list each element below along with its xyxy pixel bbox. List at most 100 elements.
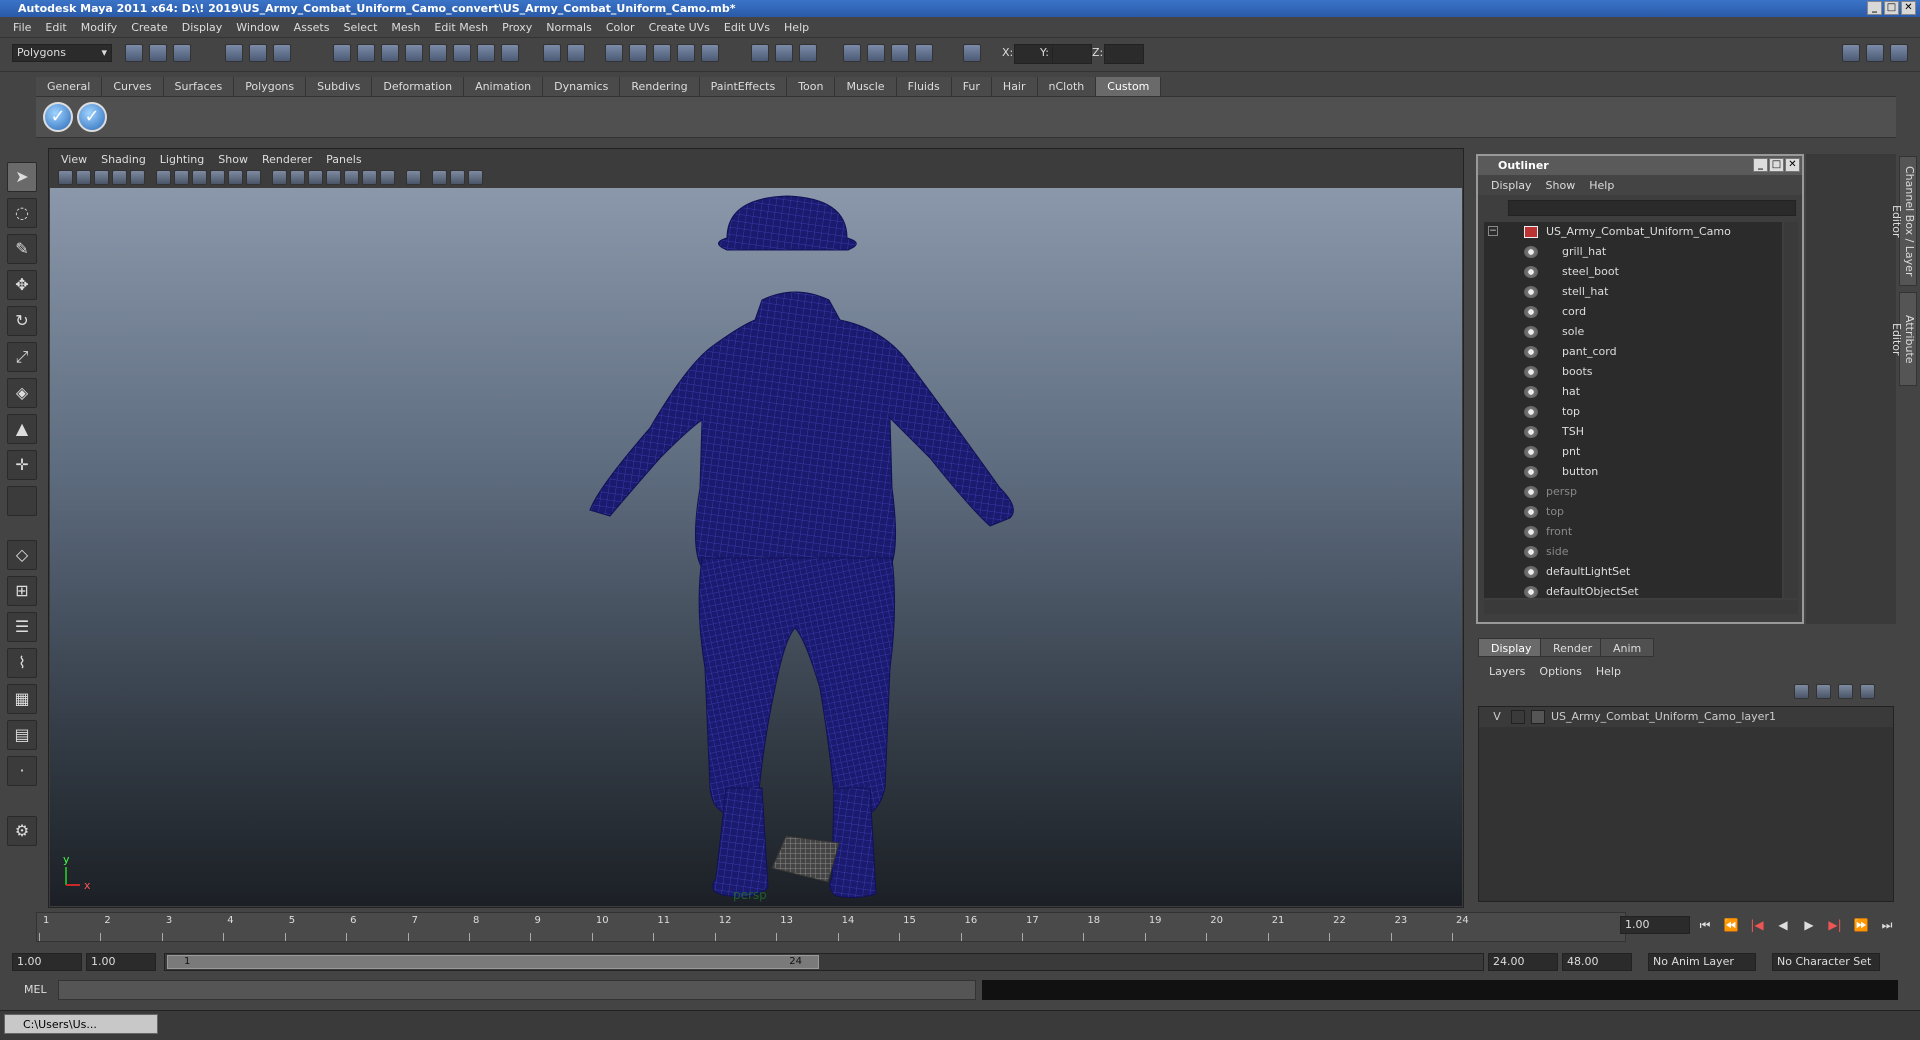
open-scene-icon[interactable] (149, 44, 167, 62)
select-hierarchy-icon[interactable] (225, 44, 243, 62)
menu-select[interactable]: Select (336, 21, 384, 34)
smooth-shade-icon[interactable] (290, 170, 305, 185)
show-channel-box-icon[interactable] (1890, 44, 1908, 62)
layout-single-pane-icon[interactable]: ◇ (7, 540, 37, 570)
shelf-tab-subdivs[interactable]: Subdivs (306, 77, 373, 96)
animation-start-field[interactable]: 1.00 (12, 953, 82, 971)
collapse-toggle-icon[interactable]: − (1488, 226, 1498, 236)
last-tool-icon[interactable]: ✛ (7, 450, 37, 480)
viewport-menu-lighting[interactable]: Lighting (153, 153, 211, 166)
lasso-tool-icon[interactable]: ◌ (7, 198, 37, 228)
viewport-menu-shading[interactable]: Shading (94, 153, 153, 166)
z-field[interactable] (1104, 44, 1144, 64)
default-lights-icon[interactable] (344, 170, 359, 185)
menu-help[interactable]: Help (777, 21, 816, 34)
snap-point-icon[interactable] (381, 44, 399, 62)
outliner-item-root[interactable]: − US_Army_Combat_Uniform_Camo (1484, 222, 1782, 242)
range-bar[interactable]: 1 24 (164, 953, 1484, 971)
layout-more-icon[interactable]: · (7, 756, 37, 786)
outliner-title-bar[interactable]: Outliner _ □ ✕ (1478, 156, 1802, 175)
outliner-minimize-button[interactable]: _ (1753, 158, 1768, 172)
outliner-item[interactable]: boots (1484, 362, 1782, 382)
perspective-viewport[interactable]: y x persp (50, 188, 1462, 906)
bookmarks-icon[interactable] (94, 170, 109, 185)
new-layer-icon[interactable] (1838, 684, 1853, 699)
manipulator-tool-icon[interactable]: ◈ (7, 378, 37, 408)
xray-icon[interactable] (432, 170, 447, 185)
range-handle[interactable]: 1 24 (167, 955, 819, 969)
shelf-tab-painteffects[interactable]: PaintEffects (699, 77, 788, 96)
outliner-menu-display[interactable]: Display (1484, 179, 1539, 192)
play-backwards-icon[interactable]: ◀ (1774, 918, 1792, 932)
layer-tab-anim[interactable]: Anim (1600, 638, 1655, 657)
render-settings-icon[interactable] (653, 44, 671, 62)
menu-set-selector[interactable]: Polygons (12, 44, 112, 62)
outliner-item[interactable]: TSH (1484, 422, 1782, 442)
y-field[interactable] (1052, 44, 1092, 64)
menu-create[interactable]: Create (124, 21, 175, 34)
close-button[interactable]: ✕ (1901, 1, 1916, 15)
menu-proxy[interactable]: Proxy (495, 21, 539, 34)
camera-attributes-icon[interactable] (76, 170, 91, 185)
layer-type-toggle[interactable] (1511, 710, 1525, 724)
viewport-menu-panels[interactable]: Panels (319, 153, 368, 166)
help-icon[interactable] (501, 44, 519, 62)
shadows-icon[interactable] (380, 170, 395, 185)
side-tab-channel-box[interactable]: Channel Box / Layer Editor (1890, 156, 1917, 286)
snap-curve-icon[interactable] (357, 44, 375, 62)
shelf-tab-curves[interactable]: Curves (102, 77, 164, 96)
outliner-item-camera[interactable]: side (1484, 542, 1782, 562)
menu-display[interactable]: Display (175, 21, 230, 34)
go-to-start-icon[interactable]: ⏮ (1696, 918, 1714, 932)
shelf-tab-surfaces[interactable]: Surfaces (163, 77, 235, 96)
move-layer-down-icon[interactable] (1816, 684, 1831, 699)
script-editor-icon[interactable] (915, 44, 933, 62)
layer-menu-help[interactable]: Help (1589, 665, 1628, 678)
new-scene-icon[interactable] (125, 44, 143, 62)
minimize-button[interactable]: _ (1867, 1, 1882, 15)
input-line-icon[interactable] (751, 44, 769, 62)
outliner-item[interactable]: hat (1484, 382, 1782, 402)
render-view-icon[interactable] (701, 44, 719, 62)
shelf-tab-fluids[interactable]: Fluids (896, 77, 952, 96)
outliner-toggle-icon[interactable] (843, 44, 861, 62)
anim-layer-dropdown[interactable]: No Anim Layer (1648, 953, 1756, 971)
snap-plane-icon[interactable] (405, 44, 423, 62)
viewport-settings-icon[interactable]: ⚙ (7, 816, 37, 846)
hypershade-icon[interactable] (677, 44, 695, 62)
playback-end-field[interactable]: 24.00 (1488, 953, 1558, 971)
resolution-gate-icon[interactable] (174, 170, 189, 185)
menu-normals[interactable]: Normals (539, 21, 599, 34)
history-icon[interactable] (453, 44, 471, 62)
current-frame-field[interactable]: 1.00 (1620, 916, 1690, 934)
layout-custom-pane-icon[interactable]: ▤ (7, 720, 37, 750)
outliner-maximize-button[interactable]: □ (1769, 158, 1784, 172)
soft-mod-tool-icon[interactable]: ▲ (7, 414, 37, 444)
ipr-render-icon[interactable] (629, 44, 647, 62)
check-icon[interactable]: ✓ (43, 102, 73, 132)
isolate-select-icon[interactable] (406, 170, 421, 185)
side-tab-attribute-editor[interactable]: Attribute Editor (1890, 292, 1917, 386)
menu-mesh[interactable]: Mesh (384, 21, 427, 34)
layout-four-pane-icon[interactable]: ⊞ (7, 576, 37, 606)
camera-select-icon[interactable] (58, 170, 73, 185)
layer-menu-options[interactable]: Options (1532, 665, 1588, 678)
menu-assets[interactable]: Assets (287, 21, 337, 34)
shelf-tab-dynamics[interactable]: Dynamics (543, 77, 621, 96)
all-lights-icon[interactable] (362, 170, 377, 185)
save-scene-icon[interactable] (173, 44, 191, 62)
wireframe-icon[interactable] (272, 170, 287, 185)
hypergraph-icon[interactable] (891, 44, 909, 62)
image-plane-icon[interactable] (112, 170, 127, 185)
shelf-tab-animation[interactable]: Animation (464, 77, 544, 96)
outliner-close-button[interactable]: ✕ (1785, 158, 1800, 172)
menu-file[interactable]: File (6, 21, 38, 34)
menu-color[interactable]: Color (599, 21, 642, 34)
menu-edit[interactable]: Edit (38, 21, 73, 34)
menu-edit-mesh[interactable]: Edit Mesh (427, 21, 495, 34)
outliner-item-set[interactable]: defaultObjectSet (1484, 582, 1782, 598)
outliner-item[interactable]: pant_cord (1484, 342, 1782, 362)
paint-select-tool-icon[interactable]: ✎ (7, 234, 37, 264)
step-back-key-icon[interactable]: |◀ (1748, 918, 1766, 932)
menu-create-uvs[interactable]: Create UVs (642, 21, 717, 34)
